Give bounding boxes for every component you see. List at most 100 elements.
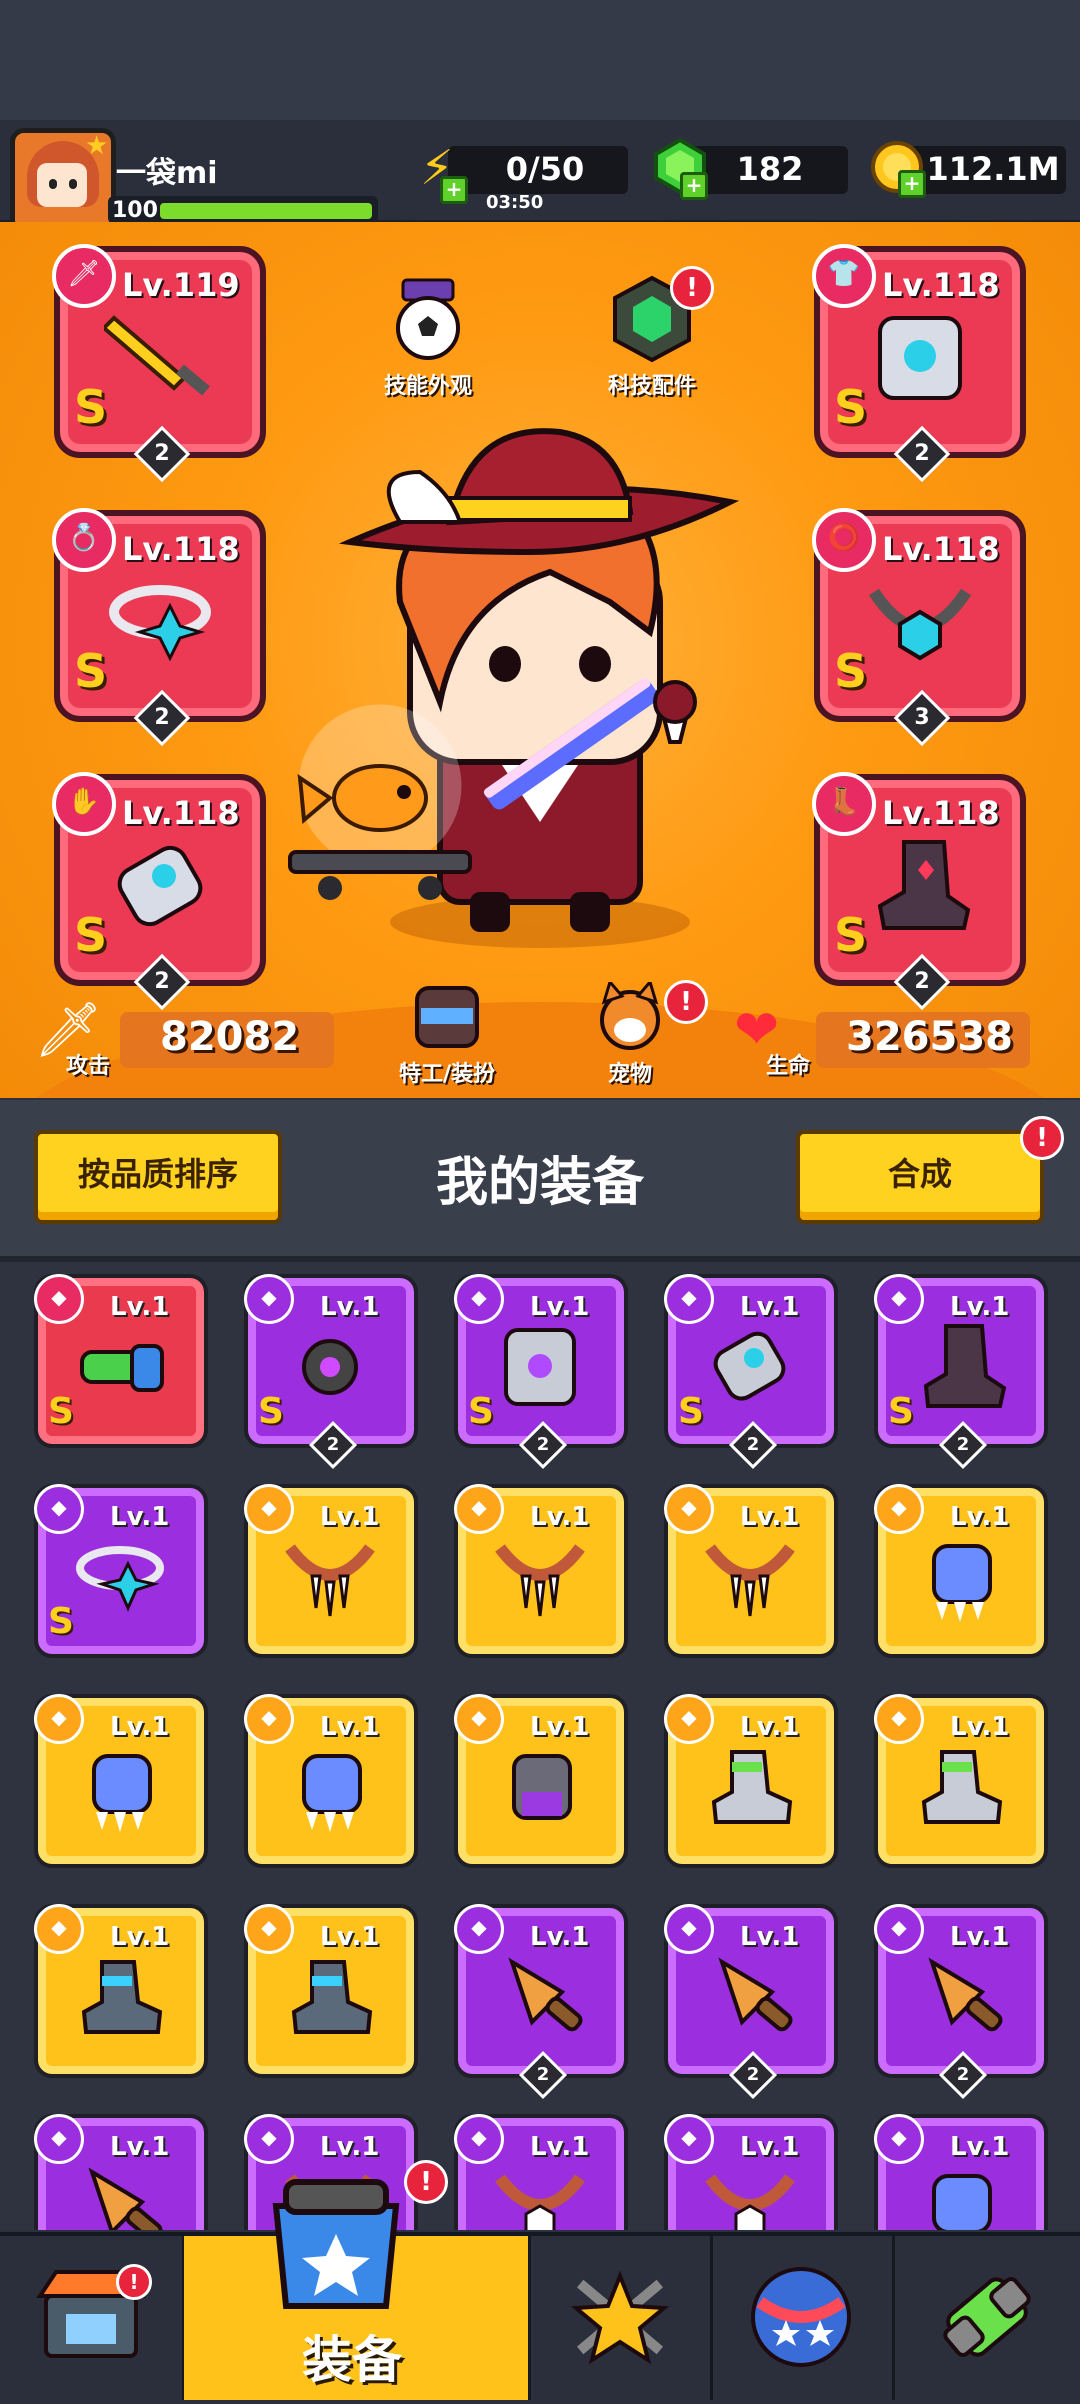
- equip-slot-ring[interactable]: 💍 Lv.118 S 2: [52, 508, 266, 747]
- sword-icon: [104, 315, 210, 396]
- inventory-item[interactable]: ◆ Lv.1: [874, 1694, 1048, 1868]
- star-swords-icon: [570, 2270, 670, 2365]
- mech-glove-icon: [512, 1754, 572, 1820]
- item-grade: S: [888, 1391, 914, 1432]
- item-count: 2: [308, 1420, 358, 1470]
- item-level: Lv.1: [110, 1292, 170, 1322]
- inventory-item[interactable]: ◆ Lv.1: [454, 1694, 628, 1868]
- pet-fishbowl[interactable]: [270, 702, 490, 902]
- merge-button[interactable]: 合成: [796, 1130, 1044, 1224]
- armor-icon: [878, 316, 962, 400]
- item-level: Lv.1: [110, 1712, 170, 1742]
- glove-type-icon: ✋: [52, 772, 116, 836]
- item-grade: S: [678, 1391, 704, 1432]
- item-count: 2: [518, 2050, 568, 2100]
- inventory-item[interactable]: ◆ Lv.1 S 2: [874, 1274, 1048, 1470]
- spiked-blade-icon: [302, 1339, 358, 1395]
- boots-icon: [923, 1324, 1007, 1408]
- agent-label: 特工/装扮: [398, 1062, 496, 1087]
- tech-parts-label: 科技配件: [607, 374, 696, 399]
- boots-icon: [877, 840, 971, 930]
- gold-coin-icon[interactable]: +: [870, 140, 926, 198]
- item-level: Lv.1: [110, 2132, 170, 2162]
- item-type-icon: ◆: [664, 2114, 714, 2164]
- sort-by-quality-button[interactable]: 按品质排序: [34, 1130, 282, 1224]
- nav-tab-equip[interactable]: ! 装备: [184, 2160, 531, 2400]
- agent-outfit-button[interactable]: 特工/装扮: [372, 982, 522, 1088]
- claw-glove-icon: [92, 1754, 152, 1832]
- item-level: Lv.1: [320, 1502, 380, 1532]
- inventory-item[interactable]: ◆ Lv.1: [664, 2114, 838, 2230]
- inventory-item[interactable]: ◆ Lv.1 S: [34, 1274, 208, 1448]
- ring-icon: [76, 1546, 164, 1612]
- item-type-icon: ◆: [244, 1904, 294, 1954]
- item-level: Lv.1: [740, 1502, 800, 1532]
- fang-necklace-icon: [285, 1544, 375, 1617]
- exp-fill: [160, 203, 372, 219]
- panel-title: 我的装备: [435, 1153, 644, 1213]
- equip-slot-necklace[interactable]: ⭕ Lv.118 S 3: [812, 508, 1026, 747]
- inventory-item[interactable]: ◆ Lv.1 2: [664, 1904, 838, 2100]
- inventory-item[interactable]: ◆ Lv.1: [244, 1484, 418, 1658]
- soccer-hat-icon: [396, 278, 460, 360]
- pet-alert-icon: !: [664, 980, 708, 1024]
- drill-icon: [88, 2167, 163, 2230]
- equip-icon: [272, 2179, 400, 2309]
- inventory-item[interactable]: ◆ Lv.1: [34, 1694, 208, 1868]
- equip-slot-armor[interactable]: 👕 Lv.118 S 2: [812, 244, 1026, 483]
- inventory-item[interactable]: ◆ Lv.1 S: [34, 1484, 208, 1658]
- inventory-item[interactable]: ◆ Lv.1: [34, 1904, 208, 2078]
- item-level: Lv.1: [740, 1712, 800, 1742]
- shop-alert-icon: !: [116, 2264, 152, 2300]
- inventory-item[interactable]: ◆ Lv.1 S 2: [664, 1274, 838, 1470]
- slot-grade: S: [74, 380, 108, 434]
- green-gem-icon[interactable]: +: [654, 137, 708, 200]
- inventory-item[interactable]: ◆ Lv.1: [874, 2114, 1048, 2230]
- inventory-item[interactable]: ◆ Lv.1: [664, 1484, 838, 1658]
- inventory-item[interactable]: ◆ Lv.1 S 2: [244, 1274, 418, 1470]
- nav-tab-hero[interactable]: [530, 2236, 713, 2400]
- inventory-item[interactable]: ◆ Lv.1: [244, 1904, 418, 2078]
- fang-necklace-icon: [705, 1544, 795, 1617]
- inventory-item[interactable]: ◆ Lv.1: [244, 1694, 418, 1868]
- slot-count: 2: [893, 425, 951, 483]
- tech-parts-alert-icon: !: [670, 266, 714, 310]
- item-type-icon: ◆: [244, 2114, 294, 2164]
- item-type-icon: ◆: [664, 1904, 714, 1954]
- necklace-icon: [705, 2174, 795, 2230]
- fang-necklace-icon: [495, 1544, 585, 1617]
- nav-tab-gene[interactable]: [894, 2236, 1080, 2400]
- skill-skin-button[interactable]: 技能外观: [368, 274, 488, 400]
- equip-slot-weapon[interactable]: 🗡 Lv.119 S 2: [52, 244, 266, 483]
- item-level: Lv.1: [530, 1712, 590, 1742]
- item-type-icon: ◆: [874, 1274, 924, 1324]
- item-count: 2: [728, 1420, 778, 1470]
- item-grade: S: [468, 1391, 494, 1432]
- equip-slot-boots[interactable]: 👢 Lv.118 S 2: [812, 772, 1026, 1011]
- item-level: Lv.1: [740, 1922, 800, 1952]
- inventory-item[interactable]: ◆ Lv.1: [874, 1484, 1048, 1658]
- skill-skin-label: 技能外观: [383, 374, 472, 399]
- inventory-item[interactable]: ◆ Lv.1 2: [874, 1904, 1048, 2100]
- inventory-item[interactable]: ◆ Lv.1: [664, 1694, 838, 1868]
- nav-tab-world[interactable]: [712, 2236, 895, 2400]
- inventory-item[interactable]: ◆ Lv.1 S 2: [454, 1274, 628, 1470]
- nav-tab-shop[interactable]: !: [0, 2236, 185, 2400]
- slot-level: Lv.118: [122, 530, 240, 568]
- item-type-icon: ◆: [874, 1694, 924, 1744]
- item-type-icon: ◆: [244, 1274, 294, 1324]
- item-level: Lv.1: [320, 1712, 380, 1742]
- inventory-item[interactable]: ◆ Lv.1: [34, 2114, 208, 2230]
- inventory-item[interactable]: ◆ Lv.1: [454, 2114, 628, 2230]
- slot-grade: S: [74, 908, 108, 962]
- character-stage: 技能外观 科技配件 ! 🗡 Lv.119 S 2 👕 Lv.118 S 2 💍 …: [0, 222, 1080, 1098]
- claw-glove-icon: [932, 2174, 992, 2230]
- inventory-item[interactable]: ◆ Lv.1 2: [454, 1904, 628, 2100]
- slot-grade: S: [834, 908, 868, 962]
- item-grade: S: [48, 1601, 74, 1642]
- equip-slot-glove[interactable]: ✋ Lv.118 S 2: [52, 772, 266, 1011]
- inventory-item[interactable]: ◆ Lv.1: [454, 1484, 628, 1658]
- necklace-icon: [495, 2174, 585, 2230]
- player-avatar[interactable]: ★: [10, 128, 116, 234]
- coin-value: 112.1M: [926, 150, 1060, 188]
